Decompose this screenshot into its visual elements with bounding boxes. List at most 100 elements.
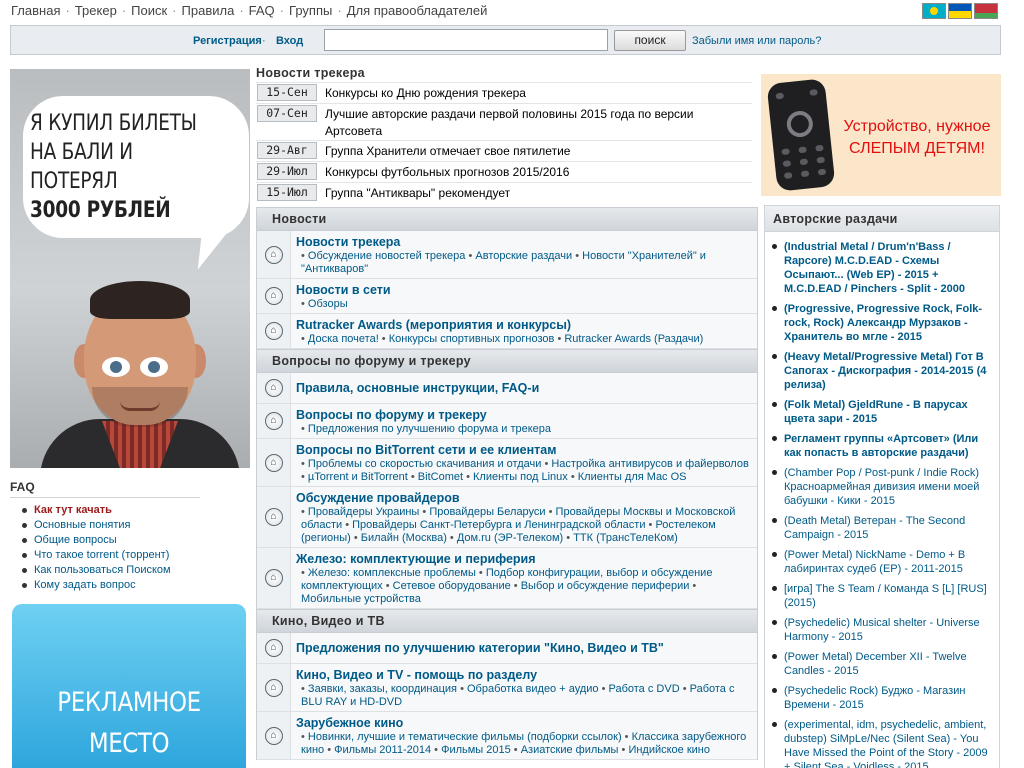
subforum-link[interactable]: Провайдеры Украины [308,506,419,518]
bullet: • [475,567,486,579]
forum-link[interactable]: Новости трекера [296,234,751,250]
faq-link[interactable]: Основные понятия [34,519,131,531]
forum-link[interactable]: Зарубежное кино [296,715,751,731]
right-ad-banner[interactable]: Устройство, нужное СЛЕПЫМ ДЕТЯМ! [761,74,1001,196]
news-link[interactable]: Группа "Антиквары" рекомендует [325,183,510,202]
faq-link[interactable]: Что такое torrent (торрент) [34,549,169,561]
belarus-flag-icon[interactable] [974,3,998,19]
author-release-link[interactable]: (Chamber Pop / Post-punk / Indie Rock) К… [784,467,979,507]
login-link[interactable]: Вход [276,35,303,47]
forum-link[interactable]: Предложения по улучшению категории "Кино… [296,640,751,656]
author-release-link[interactable]: (Psychedelic) Musical shelter - Universe… [784,617,980,643]
subforum-link[interactable]: Авторские раздачи [475,250,572,262]
subforum-link[interactable]: Сетевое оборудование [393,580,511,592]
news-link[interactable]: Конкурсы футбольных прогнозов 2015/2016 [325,162,569,181]
category-header[interactable]: Вопросы по форуму и трекеру [257,349,757,373]
forum-link[interactable]: Вопросы по форуму и трекеру [296,407,751,423]
nav-item[interactable]: Поиск [131,3,167,18]
subforum-link[interactable]: Фильмы 2011-2014 [334,744,431,756]
forum-link[interactable]: Вопросы по BitTorrent сети и ее клиентам [296,442,751,458]
subforum-link[interactable]: Заявки, заказы, координация [308,683,457,695]
author-release-link[interactable]: Регламент группы «Артсовет» (Или как поп… [784,433,978,459]
forum-status-icon: ⌂ [264,508,283,526]
subforum-link[interactable]: Дом.ru (ЭР-Телеком) [457,532,563,544]
bullet: • [621,731,632,743]
nav-item[interactable]: Главная [11,3,60,18]
author-release-link[interactable]: (Heavy Metal/Progressive Metal) Гот В Са… [784,351,986,391]
subforum-link[interactable]: Провайдеры Санкт-Петербурга и Ленинградс… [352,519,645,531]
subforum-link[interactable]: Мобильные устройства [301,593,421,605]
forum-icon-cell: ⌂ [257,439,291,486]
forum-row: ⌂ Вопросы по BitTorrent сети и ее клиента… [257,439,757,487]
nav-item[interactable]: Трекер [75,3,117,18]
news-list: 15-Сен Конкурсы ко Дню рождения трекера 07… [256,82,752,203]
subforum-link[interactable]: Индийское кино [628,744,710,756]
register-link[interactable]: Регистрация [193,35,262,47]
category-header[interactable]: Новости [257,207,757,231]
subforum-link[interactable]: Предложения по улучшению форума и трекер… [308,423,551,435]
forum-body: Зарубежное кино • Новинки, лучшие и темат… [291,712,757,759]
subforum-link[interactable]: Конкурсы спортивных прогнозов [389,333,555,345]
faq-link[interactable]: Кому задать вопрос [34,579,136,591]
news-link[interactable]: Группа Хранители отмечает свое пятилетие [325,141,570,160]
subforum-link[interactable]: Доска почета! [308,333,379,345]
search-input[interactable] [324,29,608,51]
subforum-link[interactable]: Железо: комплексные проблемы [308,567,476,579]
author-release-link[interactable]: (Power Metal) NickName - Demo + В лабири… [784,549,965,575]
author-release-link[interactable]: (Progressive, Progressive Rock, Folk-roc… [784,303,982,343]
kazakhstan-flag-icon[interactable] [922,3,946,19]
nav-item[interactable]: FAQ [249,3,275,18]
subforum-link[interactable]: ТТК (ТрансТелеКом) [573,532,678,544]
category-header[interactable]: Кино, Видео и ТВ [257,609,757,633]
forum-link[interactable]: Rutracker Awards (мероприятия и конкурсы… [296,317,751,333]
subforum-link[interactable]: Rutracker Awards (Раздачи) [564,333,703,345]
subforum-link[interactable]: Обработка видео + аудио [467,683,599,695]
forum-body: Обсуждение провайдеров • Провайдеры Украи… [291,487,757,547]
faq-item: Как тут качать [22,503,200,518]
subforum-link[interactable]: Азиатские фильмы [521,744,619,756]
nav-item[interactable]: Правила [182,3,235,18]
author-release-link[interactable]: (Death Metal) Ветеран - The Second Campa… [784,515,965,541]
author-release-link[interactable]: (Industrial Metal / Drum'n'Bass / Rapcor… [784,241,965,295]
subforum-link[interactable]: Провайдеры Беларуси [429,506,545,518]
subforum-link[interactable]: Настройка антивирусов и файерволов [551,458,748,470]
author-release-item: (Chamber Pop / Post-punk / Indie Rock) К… [772,466,993,508]
faq-link[interactable]: Общие вопросы [34,534,117,546]
forum-link[interactable]: Железо: комплектующие и периферия [296,551,751,567]
subforum-link[interactable]: Клиенты под Linux [473,471,568,483]
left-ad-banner[interactable]: Я КУПИЛ БИЛЕТЫ НА БАЛИ И ПОТЕРЯЛ 3000 РУБЛ… [10,69,250,468]
author-release-link[interactable]: (experimental, idm, psychedelic, ambient… [784,719,988,768]
subforum-link[interactable]: µTorrent и BitTorrent [308,471,408,483]
subforum-link[interactable]: Новинки, лучшие и тематические фильмы (п… [308,731,622,743]
forgot-password-link[interactable]: Забыли имя или пароль? [692,35,821,47]
forum-body: Новости трекера • Обсуждение новостей тре… [291,231,757,278]
search-button[interactable]: поиск [614,30,686,51]
author-release-link[interactable]: (Power Metal) December XII - Twelve Cand… [784,651,967,677]
forum-body: Правила, основные инструкции, FAQ-и [291,373,757,403]
subforum-link[interactable]: Обсуждение новостей трекера [308,250,465,262]
forum-link[interactable]: Правила, основные инструкции, FAQ-и [296,380,751,396]
forum-link[interactable]: Кино, Видео и TV - помощь по разделу [296,667,751,683]
faq-link[interactable]: Как пользоваться Поиском [34,564,171,576]
forum-body: Rutracker Awards (мероприятия и конкурсы… [291,314,757,348]
forum-link[interactable]: Обсуждение провайдеров [296,490,751,506]
subforum-link[interactable]: Выбор и обсуждение периферии [521,580,690,592]
subforum-link[interactable]: Билайн (Москва) [361,532,447,544]
faq-link[interactable]: Как тут качать [34,504,112,516]
subforum-link[interactable]: BitComet [418,471,463,483]
ad-placeholder-banner[interactable]: РЕКЛАМНОЕ МЕСТО [12,604,246,768]
subforum-link[interactable]: Проблемы со скоростью скачивания и отдач… [308,458,541,470]
author-release-link[interactable]: (Psychedelic Rock) Буджо - Магазин Време… [784,685,965,711]
news-link[interactable]: Лучшие авторские раздачи первой половины… [325,104,752,140]
author-release-link[interactable]: (Folk Metal) GjeldRune - В парусах цвета… [784,399,968,425]
news-link[interactable]: Конкурсы ко Дню рождения трекера [325,83,526,102]
subforum-link[interactable]: Обзоры [308,298,348,310]
forum-link[interactable]: Новости в сети [296,282,751,298]
nav-item[interactable]: Для правообладателей [347,3,488,18]
ukraine-flag-icon[interactable] [948,3,972,19]
author-release-link[interactable]: [игра] The S Team / Команда S [L] [RUS] … [784,583,987,609]
subforum-link[interactable]: Фильмы 2015 [441,744,511,756]
subforum-link[interactable]: Работа с DVD [609,683,680,695]
nav-item[interactable]: Группы [289,3,332,18]
subforum-link[interactable]: Клиенты для Mac OS [578,471,687,483]
